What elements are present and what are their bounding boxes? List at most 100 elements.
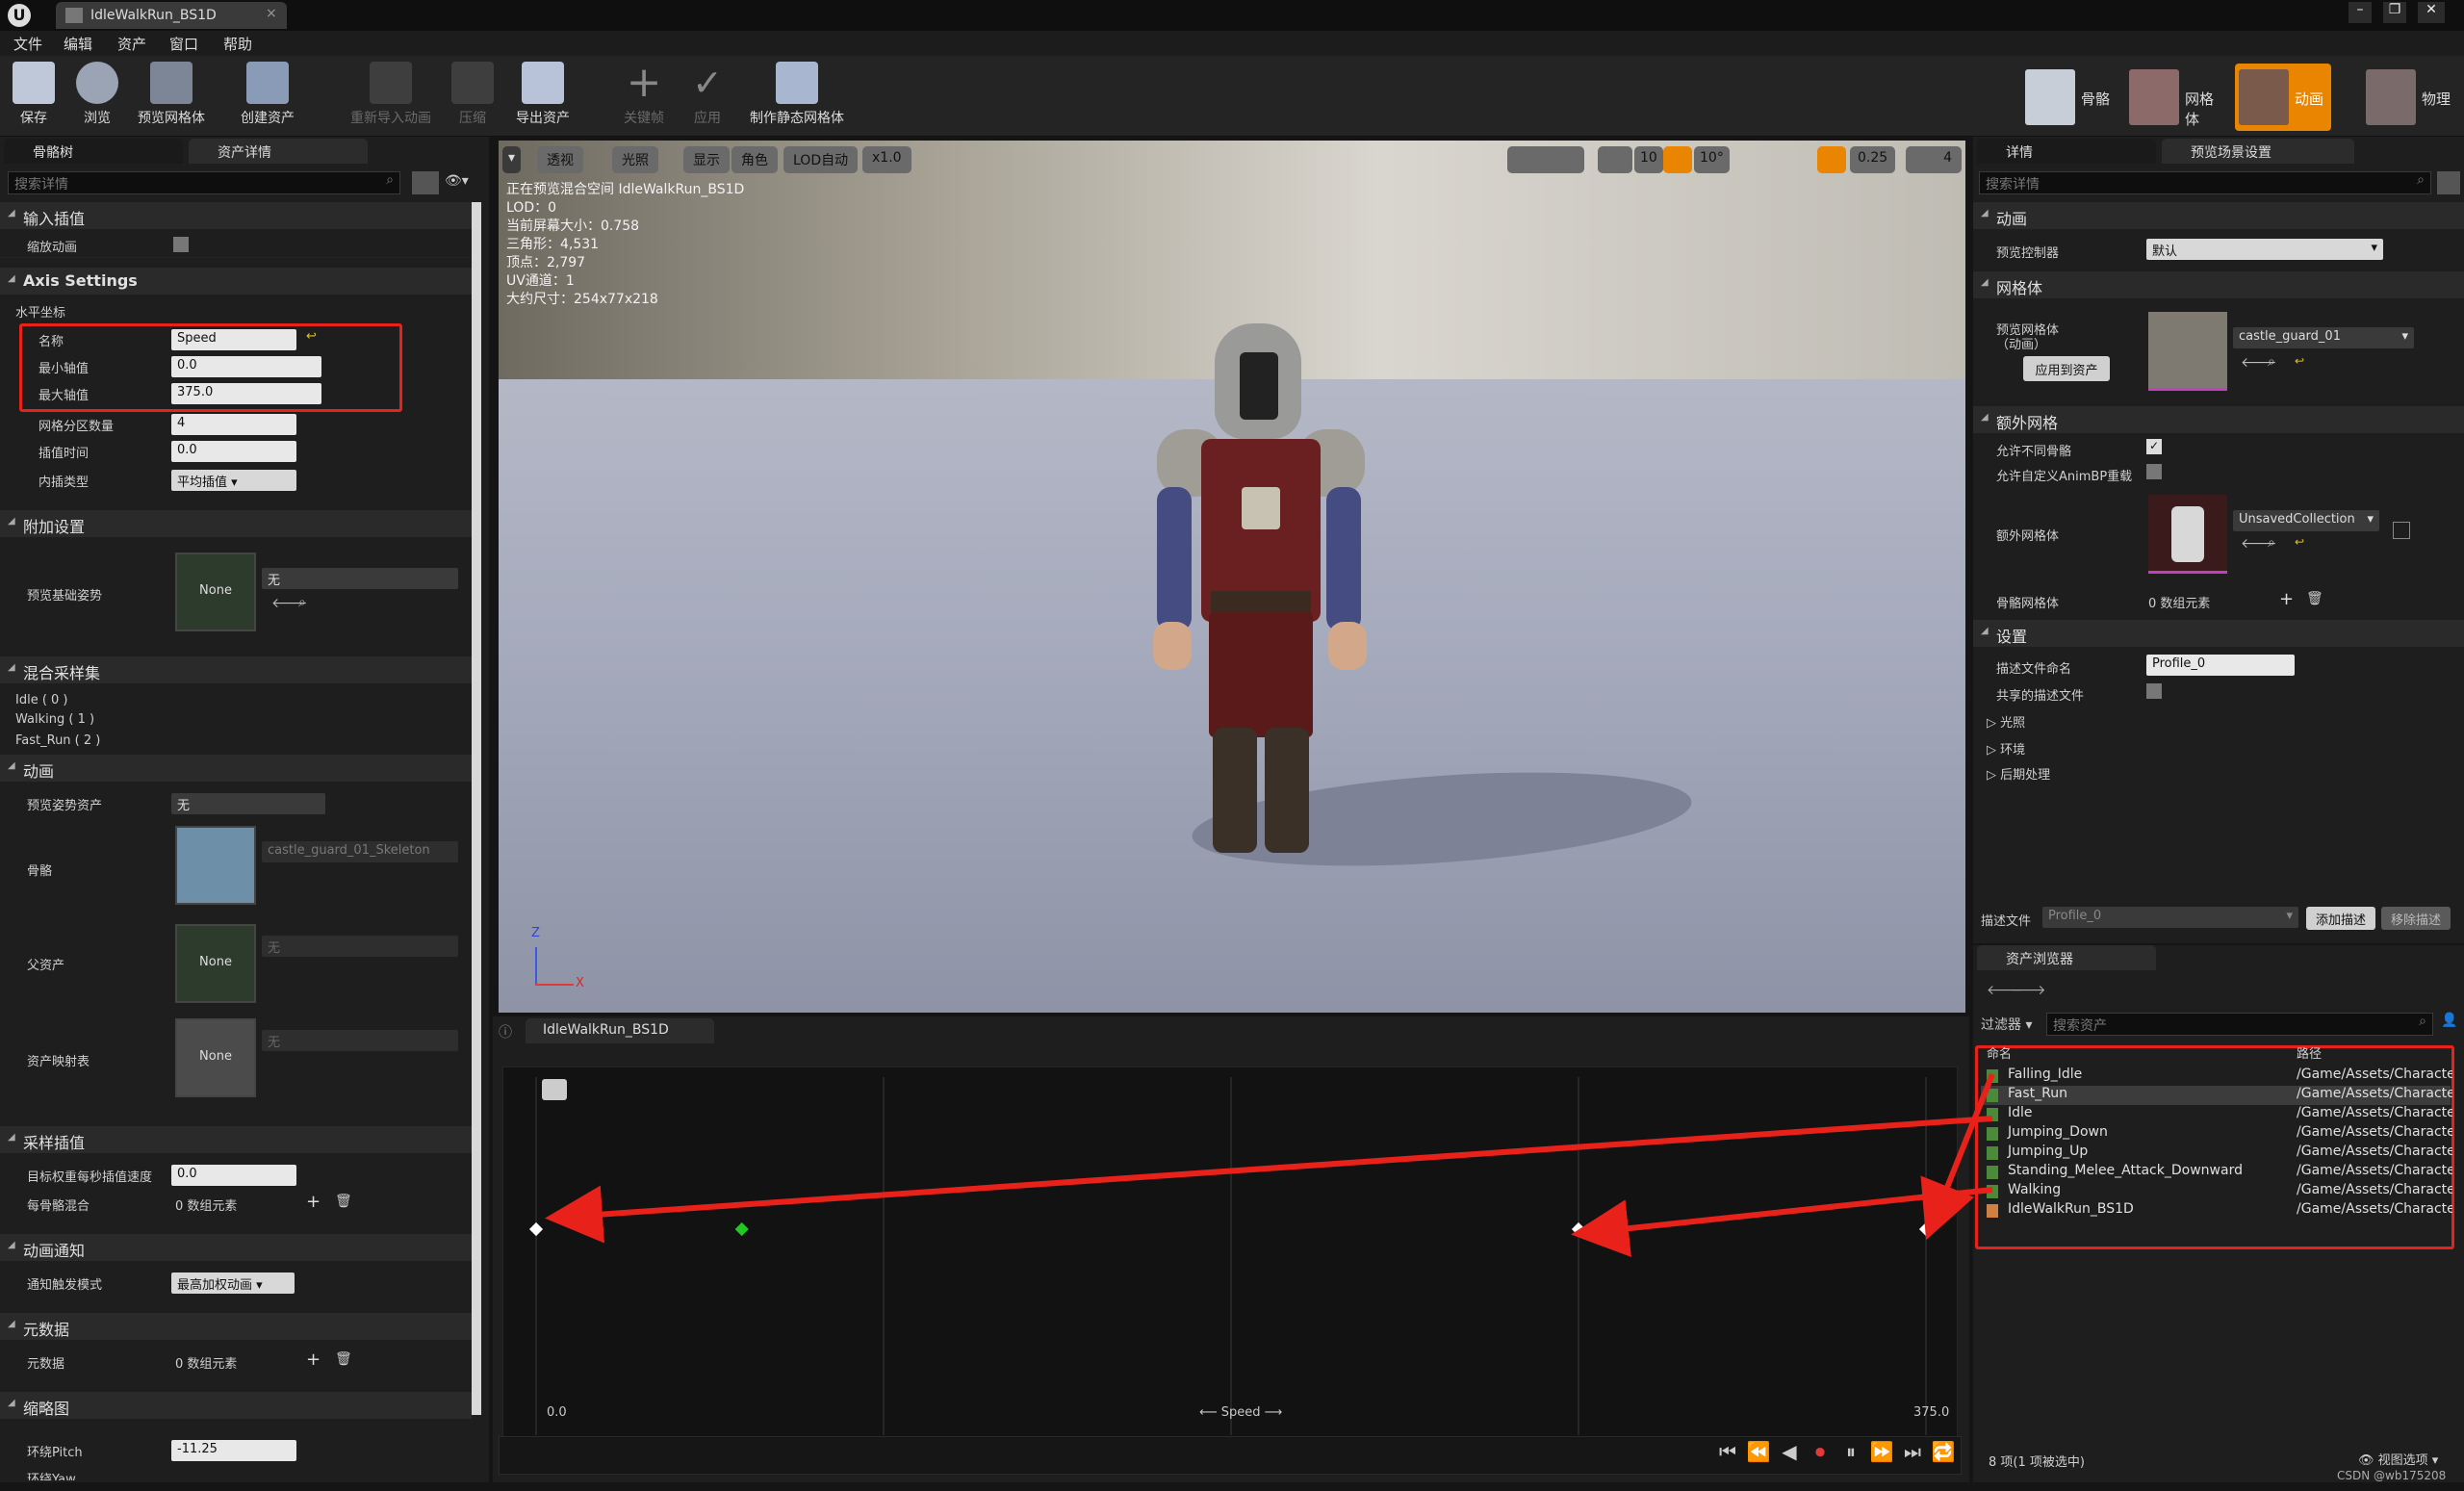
axis-name-field[interactable]: Speed [171, 329, 296, 350]
subgroup-lighting[interactable]: ▷ 光照 [1987, 712, 2025, 731]
add-profile-button[interactable]: 添加描述 [2306, 907, 2375, 930]
section-animation[interactable]: 动画 [1973, 202, 2464, 229]
browse-button[interactable]: 浏览 [64, 62, 131, 127]
user-icon[interactable]: 👤 [2441, 1013, 2457, 1028]
section-additive[interactable]: 附加设置 [0, 510, 472, 537]
orbit-pitch-field[interactable]: -11.25 [171, 1440, 296, 1461]
tab-preview-scene-settings[interactable]: 预览场景设置 [2162, 139, 2354, 164]
eye-icon[interactable]: 👁▾ [445, 173, 469, 189]
camera-speed-button[interactable]: 4 [1906, 146, 1962, 173]
grid-view-icon[interactable] [2437, 171, 2460, 194]
add-element-icon[interactable]: + [2279, 589, 2294, 609]
character-button[interactable]: 角色 [732, 146, 778, 173]
close-icon[interactable]: × [266, 6, 277, 21]
scale-snap-value[interactable]: 0.25 [1850, 146, 1896, 173]
base-pose-dropdown[interactable]: 无 [262, 568, 458, 589]
menu-edit[interactable]: 编辑 [64, 34, 92, 54]
preview-mesh-button[interactable]: 预览网格体 [133, 62, 210, 127]
preview-position-marker[interactable] [734, 1221, 749, 1237]
shared-profile-checkbox[interactable] [2146, 683, 2162, 699]
scale-anim-checkbox[interactable] [173, 237, 189, 252]
column-name-header[interactable]: 命名 [1987, 1043, 2012, 1062]
mode-mesh-button[interactable]: 网格体 [2125, 64, 2221, 131]
axis-min-field[interactable]: 0.0 [171, 356, 321, 377]
asset-mapping-dropdown[interactable]: 无 [262, 1030, 458, 1051]
tab-details[interactable]: 详情 [1977, 139, 2156, 164]
browse-magnifier-icon[interactable]: ⌕ [2268, 354, 2275, 370]
save-button[interactable]: 保存 [0, 62, 67, 127]
skip-to-end-button[interactable]: ⏭ [1900, 1440, 1925, 1465]
sample-item[interactable]: Fast_Run ( 2 ) [15, 733, 100, 748]
trash-icon[interactable]: 🗑 [2306, 591, 2323, 606]
grid-snap-value[interactable]: 10 [1634, 146, 1663, 173]
make-static-mesh-button[interactable]: 制作静态网格体 [741, 62, 853, 127]
step-back-button[interactable]: ⏪ [1746, 1440, 1771, 1465]
asset-row[interactable]: Standing_Melee_Attack_Downward/Game/Asse… [1981, 1163, 2452, 1182]
maximize-button[interactable]: ❐ [2383, 2, 2406, 23]
filter-button[interactable]: 过滤器 ▾ [1981, 1015, 2032, 1034]
sample-point-idle[interactable] [528, 1221, 544, 1237]
remove-profile-button[interactable]: 移除描述 [2381, 907, 2451, 930]
section-axis-settings[interactable]: Axis Settings [0, 268, 472, 295]
asset-row[interactable]: Jumping_Down/Game/Assets/Characte [1981, 1124, 2452, 1144]
sample-item[interactable]: Walking ( 1 ) [15, 712, 94, 727]
section-blend-samples[interactable]: 混合采样集 [0, 656, 472, 683]
skeleton-dropdown[interactable]: castle_guard_01_Skeleton [262, 841, 458, 862]
grid-view-icon[interactable] [412, 171, 439, 194]
preview-mesh-dropdown[interactable]: castle_guard_01 ▾ [2233, 327, 2414, 348]
tab-skeleton-tree[interactable]: 骨骼树 [4, 139, 183, 164]
right-search-input[interactable]: 搜索详情 ⌕ [1979, 171, 2431, 194]
mode-physics-button[interactable]: 物理 [2362, 64, 2458, 131]
save-icon[interactable] [2393, 522, 2410, 539]
asset-row[interactable]: IdleWalkRun_BS1D/Game/Assets/Characte [1981, 1201, 2452, 1221]
sample-point-fast-run[interactable] [1918, 1221, 1934, 1237]
browse-magnifier-icon[interactable]: ⌕ [2268, 535, 2275, 551]
blend-editor-tab[interactable]: IdleWalkRun_BS1D [526, 1018, 714, 1043]
asset-row[interactable]: Idle/Game/Assets/Characte [1981, 1105, 2452, 1124]
transform-tools[interactable] [1507, 146, 1584, 173]
tab-asset-browser[interactable]: 资产浏览器 [1977, 945, 2156, 970]
key-button[interactable]: + 关键帧 [610, 62, 678, 127]
mode-skeleton-button[interactable]: 骨骼 [2021, 64, 2118, 131]
parent-asset-thumbnail[interactable]: None [175, 924, 256, 1003]
create-asset-button[interactable]: 创建资产 [229, 62, 306, 127]
add-element-icon[interactable]: + [306, 1350, 321, 1370]
interp-time-field[interactable]: 0.0 [171, 441, 296, 462]
details-scrollbar[interactable] [472, 202, 481, 1415]
allow-diff-skel-checkbox[interactable]: ✓ [2146, 439, 2162, 454]
pause-button[interactable]: ⏸ [1838, 1440, 1863, 1465]
section-metadata[interactable]: 元数据 [0, 1313, 472, 1340]
preview-controller-dropdown[interactable]: 默认 ▾ [2146, 239, 2383, 260]
view-options-button[interactable]: 👁 视图选项 ▾ [2358, 1450, 2438, 1468]
skip-to-start-button[interactable]: ⏮ [1715, 1440, 1740, 1465]
subgroup-postprocess[interactable]: ▷ 后期处理 [1987, 764, 2050, 783]
close-window-button[interactable]: ✕ [2418, 2, 2445, 23]
rotate-snap-value[interactable]: 10° [1694, 146, 1730, 173]
preview-pose-dropdown[interactable]: 无 [171, 793, 325, 814]
asset-search-input[interactable]: 搜索资产 ⌕ [2046, 1013, 2433, 1036]
trash-icon[interactable]: 🗑 [335, 1351, 352, 1367]
perspective-button[interactable]: 透视 [537, 146, 583, 173]
menu-file[interactable]: 文件 [13, 34, 42, 54]
asset-row[interactable]: Fast_Run/Game/Assets/Characte [1981, 1086, 2452, 1105]
viewport[interactable]: ▾ 透视 光照 显示 角色 LOD自动 x1.0 10 10° 0.25 4 正… [499, 141, 1965, 1013]
timeline-bar[interactable] [499, 1436, 1962, 1475]
asset-row[interactable]: Falling_Idle/Game/Assets/Characte [1981, 1067, 2452, 1086]
compress-button[interactable]: 压缩 [439, 62, 506, 127]
allow-custom-animbp-checkbox[interactable] [2146, 464, 2162, 479]
viewport-options-button[interactable]: ▾ [502, 146, 522, 173]
extra-mesh-thumbnail[interactable] [2148, 495, 2227, 574]
sample-point-walking[interactable] [1571, 1221, 1586, 1237]
column-path-header[interactable]: 路径 [2297, 1043, 2322, 1062]
lod-auto-button[interactable]: LOD自动 [783, 146, 859, 173]
document-tab[interactable]: IdleWalkRun_BS1D × [56, 2, 287, 29]
show-button[interactable]: 显示 [683, 146, 730, 173]
preview-mesh-thumbnail[interactable] [2148, 312, 2227, 391]
mode-animation-button[interactable]: 动画 [2235, 64, 2331, 131]
apply-button[interactable]: ✓ 应用 [674, 62, 741, 127]
notify-mode-dropdown[interactable]: 最高加权动画 ▾ [171, 1272, 295, 1294]
asset-row[interactable]: Jumping_Up/Game/Assets/Characte [1981, 1144, 2452, 1163]
apply-to-asset-button[interactable]: 应用到资产 [2023, 356, 2110, 381]
section-settings[interactable]: 设置 [1973, 620, 2464, 647]
add-element-icon[interactable]: + [306, 1192, 321, 1212]
